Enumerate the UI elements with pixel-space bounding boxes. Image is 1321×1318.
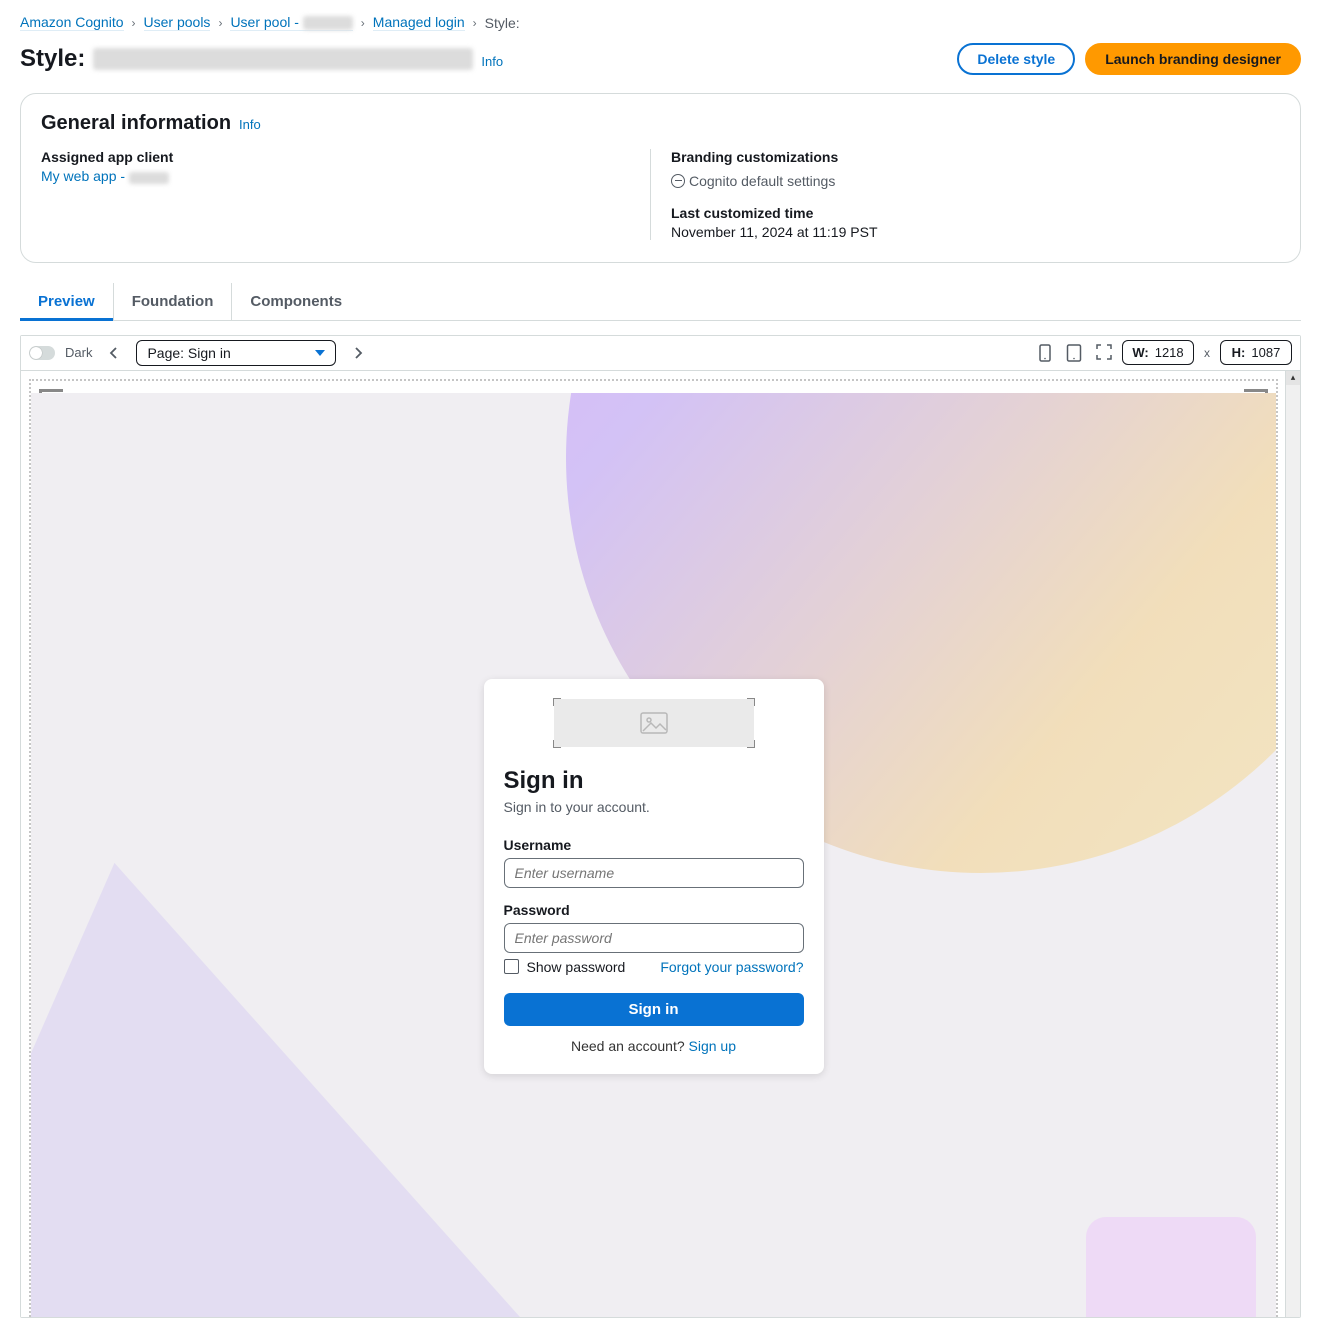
show-password-row[interactable]: Show password [504,959,626,975]
info-link[interactable]: Info [481,54,503,69]
preview-canvas: ▴ Sign in [21,371,1300,1317]
signup-prompt-text: Need an account? [571,1038,689,1054]
fullscreen-icon[interactable] [1096,344,1112,362]
page-title-prefix: Style: [20,45,85,73]
delete-style-button[interactable]: Delete style [957,43,1075,75]
breadcrumb-cognito[interactable]: Amazon Cognito [20,14,124,31]
chevron-right-icon: › [218,16,222,30]
dark-mode-toggle[interactable] [29,346,55,360]
width-value: 1218 [1155,345,1184,360]
width-input[interactable]: W: 1218 [1122,340,1194,365]
branding-customizations-label: Branding customizations [671,149,1260,165]
signup-link[interactable]: Sign up [689,1038,736,1054]
crop-corner-icon [747,698,755,706]
breadcrumb-userpool-prefix: User pool - [230,14,302,30]
redacted-text [129,172,169,184]
password-input[interactable] [504,923,804,953]
prev-page-button[interactable] [102,341,126,365]
breadcrumb-userpool-id[interactable]: User pool - [230,14,352,31]
crop-corner-icon [747,740,755,748]
branding-customizations-text: Cognito default settings [689,173,835,189]
height-label: H: [1232,345,1246,360]
signin-title: Sign in [504,767,804,795]
card-title: General information [41,112,231,135]
page-title: Style: [20,45,473,73]
minus-circle-icon [671,174,685,188]
breadcrumb-current: Style: [485,15,520,31]
scroll-up-button[interactable]: ▴ [1286,371,1300,385]
username-input[interactable] [504,858,804,888]
password-label: Password [504,902,804,918]
page-select[interactable]: Page: Sign in [136,340,336,366]
crop-corner-icon [553,740,561,748]
page-header: Style: Info Delete style Launch branding… [0,39,1321,93]
signup-prompt: Need an account? Sign up [504,1038,804,1054]
signin-card: Sign in Sign in to your account. Usernam… [484,679,824,1074]
tablet-icon[interactable] [1066,344,1082,362]
launch-branding-button[interactable]: Launch branding designer [1085,43,1301,75]
tab-foundation[interactable]: Foundation [114,283,233,320]
preview-toolbar: Dark Page: Sign in [21,336,1300,371]
show-password-label: Show password [527,959,626,975]
breadcrumb-managed-login[interactable]: Managed login [373,14,465,31]
signin-button[interactable]: Sign in [504,993,804,1026]
breadcrumb: Amazon Cognito › User pools › User pool … [0,0,1321,39]
background-shape [1086,1217,1256,1317]
assigned-app-client-link[interactable]: My web app - [41,168,169,184]
crop-corner-icon [553,698,561,706]
signin-subtitle: Sign in to your account. [504,799,804,815]
chevron-right-icon: › [473,16,477,30]
forgot-password-link[interactable]: Forgot your password? [660,959,803,975]
logo-placeholder [554,699,754,747]
chevron-right-icon: › [361,16,365,30]
breadcrumb-userpools[interactable]: User pools [144,14,211,31]
show-password-checkbox[interactable] [504,959,519,974]
general-info-card: General information Info Assigned app cl… [20,93,1301,262]
image-icon [640,712,668,734]
page-select-value: Page: Sign in [147,345,230,361]
dark-mode-label: Dark [65,345,92,360]
tab-components[interactable]: Components [232,283,360,320]
assigned-app-prefix: My web app - [41,168,129,184]
username-label: Username [504,837,804,853]
info-link[interactable]: Info [239,117,261,132]
width-label: W: [1132,345,1148,360]
redacted-text [93,48,473,70]
assigned-app-client-label: Assigned app client [41,149,630,165]
last-customized-value: November 11, 2024 at 11:19 PST [671,224,1260,240]
redacted-text [303,16,353,30]
chevron-right-icon: › [132,16,136,30]
tabs: Preview Foundation Components [20,283,1301,321]
height-value: 1087 [1251,345,1280,360]
branding-customizations-value: Cognito default settings [671,173,835,189]
next-page-button[interactable] [346,341,370,365]
dimension-separator: x [1204,346,1210,360]
mobile-icon[interactable] [1038,344,1052,362]
height-input[interactable]: H: 1087 [1220,340,1292,365]
preview-background: Sign in Sign in to your account. Usernam… [31,393,1276,1317]
tab-preview[interactable]: Preview [20,283,114,320]
last-customized-label: Last customized time [671,205,1260,221]
preview-panel: Dark Page: Sign in [20,335,1301,1318]
